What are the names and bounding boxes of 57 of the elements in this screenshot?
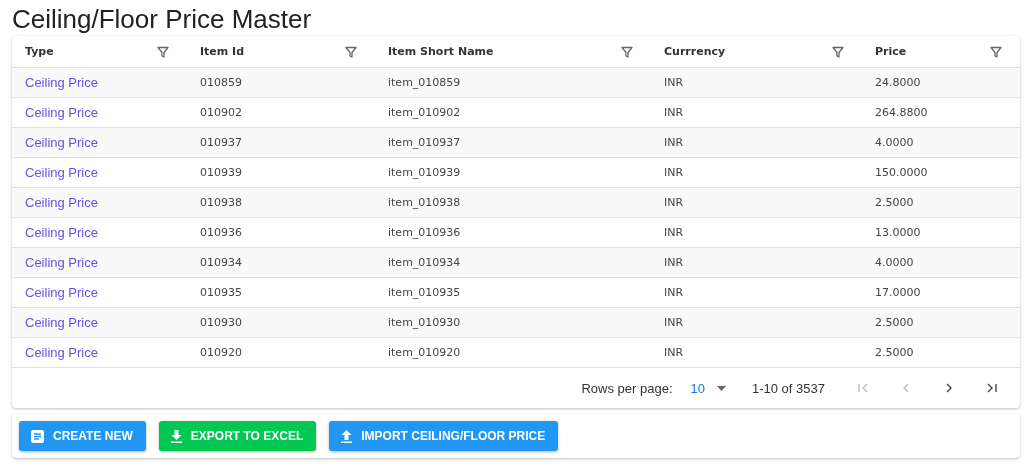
page-title: Ceiling/Floor Price Master: [12, 4, 313, 34]
column-title: Item Short Name: [388, 45, 494, 58]
table-cell: 17.0000: [862, 278, 1020, 308]
table-cell: 010938: [187, 188, 375, 218]
create-button[interactable]: CREATE NEW: [19, 421, 146, 451]
table-cell: 2.5000: [862, 308, 1020, 338]
table-cell: item_010930: [375, 308, 651, 338]
type-link[interactable]: Ceiling Price: [25, 165, 98, 180]
table-cell: 150.0000: [862, 158, 1020, 188]
type-link[interactable]: Ceiling Price: [25, 285, 98, 300]
rows-per-page-label: Rows per page:: [581, 380, 673, 396]
first-page-icon: [857, 382, 869, 394]
table-cell: 24.8000: [862, 68, 1020, 98]
type-link[interactable]: Ceiling Price: [25, 195, 98, 210]
table-cell: 010859: [187, 68, 375, 98]
import-button[interactable]: IMPORT CEILING/FLOOR PRICE: [329, 421, 559, 451]
type-link[interactable]: Ceiling Price: [25, 75, 98, 90]
upload-icon: [341, 429, 353, 443]
table-cell: 13.0000: [862, 218, 1020, 248]
download-icon: [170, 429, 182, 443]
column-title: Item Id: [200, 45, 245, 58]
caret-icon: [717, 385, 726, 391]
column-title: Price: [875, 45, 907, 58]
column-title: Currrency: [664, 45, 726, 58]
filter-icon[interactable]: [990, 45, 1002, 58]
type-link[interactable]: Ceiling Price: [25, 345, 98, 360]
table-cell: item_010859: [375, 68, 651, 98]
table-cell: 010934: [187, 248, 375, 278]
table-cell: INR: [651, 188, 862, 218]
type-link[interactable]: Ceiling Price: [25, 135, 98, 150]
type-link[interactable]: Ceiling Price: [25, 225, 98, 240]
type-link[interactable]: Ceiling Price: [25, 255, 98, 270]
type-link[interactable]: Ceiling Price: [25, 105, 98, 120]
column-title: Type: [25, 45, 54, 58]
filter-icon[interactable]: [832, 45, 844, 58]
filter-icon[interactable]: [621, 45, 633, 58]
table-cell: INR: [651, 308, 862, 338]
table-cell: 010937: [187, 128, 375, 158]
table-cell: 4.0000: [862, 248, 1020, 278]
filter-icon[interactable]: [157, 45, 169, 58]
table-cell: INR: [651, 68, 862, 98]
last-page-icon: [986, 382, 998, 394]
table-cell: 2.5000: [862, 188, 1020, 218]
table-cell: item_010934: [375, 248, 651, 278]
rows-per-page-select[interactable]: 10: [690, 380, 726, 396]
table-cell: 4.0000: [862, 128, 1020, 158]
table-cell: INR: [651, 128, 862, 158]
document-icon: [31, 429, 44, 443]
table-cell: 010930: [187, 308, 375, 338]
table-cell: 264.8800: [862, 98, 1020, 128]
filter-icon[interactable]: [345, 45, 357, 58]
table-cell: 2.5000: [862, 338, 1020, 368]
type-link[interactable]: Ceiling Price: [25, 315, 98, 330]
table-cell: INR: [651, 248, 862, 278]
page-range: 1-10 of 3537: [752, 380, 825, 396]
table-cell: item_010937: [375, 128, 651, 158]
table-cell: item_010938: [375, 188, 651, 218]
